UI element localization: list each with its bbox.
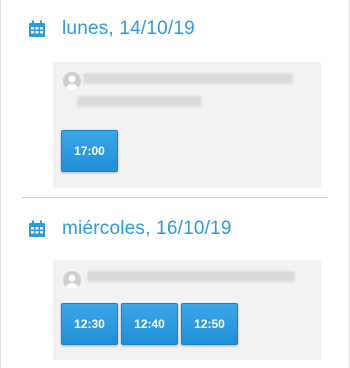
user-avatar-icon <box>63 271 81 289</box>
user-avatar-icon <box>63 72 81 90</box>
time-slot-button[interactable]: 17:00 <box>61 130 118 172</box>
schedule-card-1: 17:00 <box>53 62 321 188</box>
section-divider <box>22 197 328 198</box>
redacted-name <box>87 271 295 282</box>
time-slot-button[interactable]: 12:40 <box>121 303 178 345</box>
schedule-card-2: 12:30 12:40 12:50 <box>53 260 321 360</box>
panel-left-border <box>0 0 1 368</box>
day-header-1: lunes, 14/10/19 <box>28 18 195 40</box>
calendar-icon <box>29 20 45 37</box>
redacted-name <box>83 73 293 84</box>
day-date-label: lunes, 14/10/19 <box>62 18 195 39</box>
day-header-2: miércoles, 16/10/19 <box>28 218 232 240</box>
time-slot-button[interactable]: 12:30 <box>61 303 118 345</box>
calendar-icon <box>29 220 45 237</box>
time-slot-button[interactable]: 12:50 <box>181 303 238 345</box>
day-date-label: miércoles, 16/10/19 <box>62 218 232 239</box>
redacted-detail <box>77 96 201 107</box>
